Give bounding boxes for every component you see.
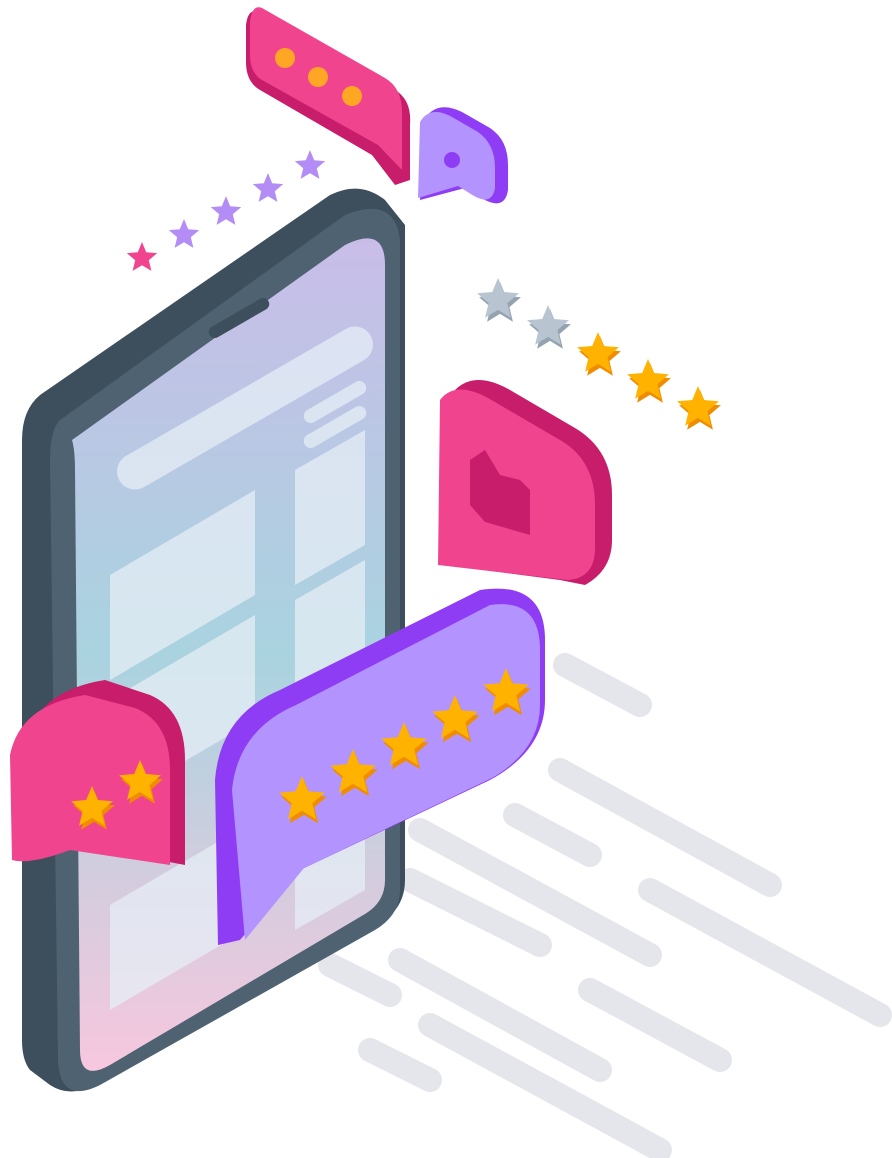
thumbs-up-bubble-icon (438, 380, 612, 585)
small-chat-bubble-icon (418, 107, 508, 204)
review-illustration (10, 7, 892, 1158)
rating-star-icon (168, 219, 200, 248)
rating-star-icon (252, 173, 284, 202)
rating-star-icon (210, 196, 242, 225)
typing-dots-bubble-icon (246, 7, 411, 185)
rating-star-icon (126, 242, 158, 271)
smartphone-icon (22, 188, 405, 1092)
rating-star-icon (294, 150, 326, 179)
illustration-stage (0, 0, 892, 1158)
